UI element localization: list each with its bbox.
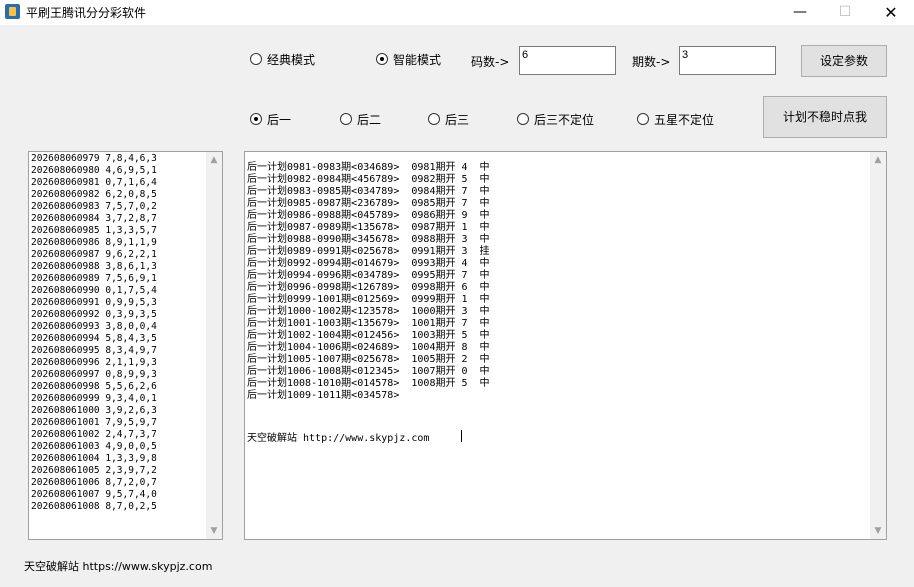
list-item: 202608060996 2,1,1,9,3	[31, 357, 157, 368]
list-item: 202608060988 3,8,6,1,3	[31, 261, 157, 272]
list-item: 202608060989 7,5,6,9,1	[31, 273, 157, 284]
list-item: 202608060981 0,7,1,6,4	[31, 177, 157, 188]
plan-scrollbar[interactable]: ▲ ▼	[870, 152, 886, 539]
list-item: 202608060997 0,8,9,9,3	[31, 369, 157, 380]
plan-line: 后一计划1001-1003期<135679> 1001期开 7 中	[247, 318, 490, 329]
list-item: 202608060995 8,3,4,9,7	[31, 345, 157, 356]
plan-line: 后一计划1006-1008期<012345> 1007期开 0 中	[247, 366, 490, 377]
plan-line: 后一计划0983-0985期<034789> 0984期开 7 中	[247, 186, 490, 197]
plan-line: 后一计划0992-0994期<014679> 0993期开 4 中	[247, 258, 490, 269]
unstable-plan-button[interactable]: 计划不稳时点我	[763, 96, 887, 138]
plan-line: 后一计划0996-0998期<126789> 0998期开 6 中	[247, 282, 490, 293]
plan-line: 后一计划1009-1011期<034578>	[247, 390, 400, 401]
list-item: 202608061005 2,3,9,7,2	[31, 465, 157, 476]
plan-line: 后一计划1005-1007期<025678> 1005期开 2 中	[247, 354, 490, 365]
close-button[interactable]: ✕	[868, 0, 914, 25]
list-item: 202608060990 0,1,7,5,4	[31, 285, 157, 296]
list-item: 202608061000 3,9,2,6,3	[31, 405, 157, 416]
list-item: 202608060993 3,8,0,0,4	[31, 321, 157, 332]
radio-pos-3-dot[interactable]	[428, 113, 440, 125]
list-item: 202608061002 2,4,7,3,7	[31, 429, 157, 440]
list-item: 202608061001 7,9,5,9,7	[31, 417, 157, 428]
plan-line: 后一计划0982-0984期<456789> 0982期开 5 中	[247, 174, 490, 185]
plan-line: 后一计划0985-0987期<236789> 0985期开 7 中	[247, 198, 490, 209]
radio-pos-2[interactable]: 后二	[340, 111, 381, 127]
title-bar: 平刷王腾讯分分彩软件 — ☐ ✕	[0, 0, 914, 25]
list-item: 202608060983 7,5,7,0,2	[31, 201, 157, 212]
plan-lines: 后一计划0981-0983期<034689> 0981期开 4 中后一计划098…	[247, 162, 490, 402]
plan-line: 后一计划1008-1010期<014578> 1008期开 5 中	[247, 378, 490, 389]
list-item: 202608061004 1,3,3,9,8	[31, 453, 157, 464]
list-item: 202608060985 1,3,3,5,7	[31, 225, 157, 236]
plan-scroll-up-icon[interactable]: ▲	[870, 152, 886, 168]
code-count-label: 码数->	[471, 55, 510, 69]
radio-smart-label: 智能模式	[393, 52, 442, 67]
radio-pos-4-dot[interactable]	[517, 113, 529, 125]
radio-pos-4[interactable]: 后三不定位	[517, 111, 594, 127]
list-item: 202608060987 9,6,2,2,1	[31, 249, 157, 260]
list-item: 202608060991 0,9,9,5,3	[31, 297, 157, 308]
radio-pos-5[interactable]: 五星不定位	[637, 111, 714, 127]
set-params-button[interactable]: 设定参数	[801, 45, 887, 77]
code-count-input[interactable]: 6	[519, 46, 616, 75]
radio-pos-5-label: 五星不定位	[654, 112, 715, 127]
history-lines: 202608060979 7,8,4,6,3 202608060980 4,6,9…	[31, 153, 157, 513]
list-item: 202608060979 7,8,4,6,3	[31, 153, 157, 164]
radio-classic-mode[interactable]: 经典模式	[250, 51, 315, 67]
radio-pos-5-dot[interactable]	[637, 113, 649, 125]
plan-line: 后一计划0988-0990期<345678> 0988期开 3 中	[247, 234, 490, 245]
radio-smart-mode[interactable]: 智能模式	[376, 51, 441, 67]
plan-line: 后一计划0989-0991期<025678> 0991期开 3 挂	[247, 246, 490, 257]
list-item: 202608060986 8,9,1,1,9	[31, 237, 157, 248]
list-item: 202608061008 8,7,0,2,5	[31, 501, 157, 512]
radio-pos-2-label: 后二	[357, 112, 382, 127]
radio-pos-3-label: 后三	[445, 112, 470, 127]
radio-pos-3[interactable]: 后三	[428, 111, 469, 127]
plan-line: 后一计划0981-0983期<034689> 0981期开 4 中	[247, 162, 490, 173]
plan-line: 后一计划0987-0989期<135678> 0987期开 1 中	[247, 222, 490, 233]
text-caret	[461, 430, 462, 442]
radio-pos-4-label: 后三不定位	[534, 112, 595, 127]
plan-line: 后一计划0999-1001期<012569> 0999期开 1 中	[247, 294, 490, 305]
plan-line: 后一计划1000-1002期<123578> 1000期开 3 中	[247, 306, 490, 317]
plan-line: 后一计划0994-0996期<034789> 0995期开 7 中	[247, 270, 490, 281]
list-item: 202608061003 4,9,0,0,5	[31, 441, 157, 452]
radio-pos-1-dot[interactable]	[250, 113, 262, 125]
app-icon	[5, 4, 20, 19]
radio-classic-label: 经典模式	[267, 52, 316, 67]
history-list[interactable]: 202608060979 7,8,4,6,3 202608060980 4,6,9…	[28, 151, 223, 540]
list-item: 202608060984 3,7,2,8,7	[31, 213, 157, 224]
plan-footer-text: 天空破解站 http://www.skypjz.com	[247, 433, 430, 444]
period-count-input[interactable]: 3	[679, 46, 776, 75]
history-scrollbar[interactable]: ▲ ▼	[206, 152, 222, 539]
window-title: 平刷王腾讯分分彩软件	[26, 6, 147, 20]
plan-line: 后一计划1004-1006期<024689> 1004期开 8 中	[247, 342, 490, 353]
radio-classic-dot[interactable]	[250, 53, 262, 65]
minimize-button[interactable]: —	[777, 0, 823, 25]
list-item: 202608060980 4,6,9,5,1	[31, 165, 157, 176]
plan-line: 后一计划1002-1004期<012456> 1003期开 5 中	[247, 330, 490, 341]
scroll-down-icon[interactable]: ▼	[206, 523, 222, 539]
list-item: 202608060994 5,8,4,3,5	[31, 333, 157, 344]
radio-smart-dot[interactable]	[376, 53, 388, 65]
list-item: 202608060982 6,2,0,8,5	[31, 189, 157, 200]
plan-line: 后一计划0986-0988期<045789> 0986期开 9 中	[247, 210, 490, 221]
radio-pos-1-label: 后一	[267, 112, 292, 127]
list-item: 202608060992 0,3,9,3,5	[31, 309, 157, 320]
list-item: 202608061006 8,7,2,0,7	[31, 477, 157, 488]
plan-scroll-down-icon[interactable]: ▼	[870, 523, 886, 539]
list-item: 202608061007 9,5,7,4,0	[31, 489, 157, 500]
maximize-button[interactable]: ☐	[822, 0, 868, 25]
period-count-label: 期数->	[632, 55, 671, 69]
list-item: 202608060998 5,5,6,2,6	[31, 381, 157, 392]
scroll-up-icon[interactable]: ▲	[206, 152, 222, 168]
list-item: 202608060999 9,3,4,0,1	[31, 393, 157, 404]
plan-textarea[interactable]: 后一计划0981-0983期<034689> 0981期开 4 中后一计划098…	[244, 151, 887, 540]
radio-pos-2-dot[interactable]	[340, 113, 352, 125]
radio-pos-1[interactable]: 后一	[250, 111, 291, 127]
footer-site-label: 天空破解站 https://www.skypjz.com	[24, 560, 213, 573]
